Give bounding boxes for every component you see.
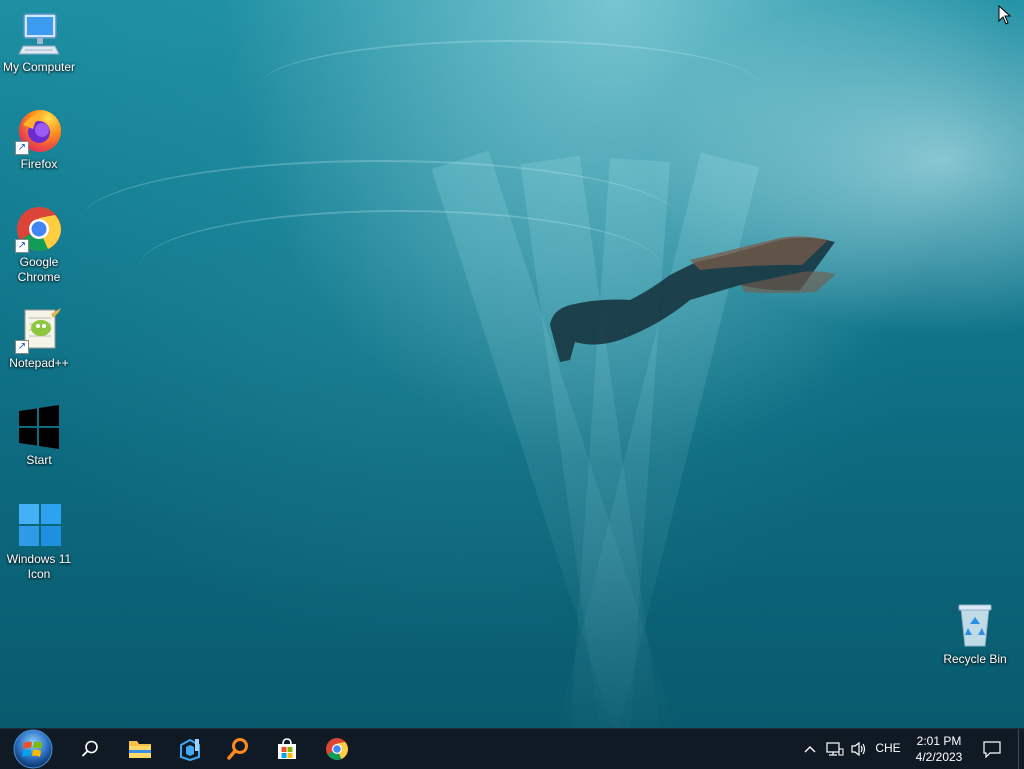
store-icon bbox=[278, 738, 296, 759]
chevron-up-icon bbox=[804, 746, 816, 753]
desktop-icon-notepadpp[interactable]: ↗ Notepad++ bbox=[1, 306, 77, 371]
notepadpp-icon: ↗ bbox=[15, 306, 63, 354]
desktop-icon-recycle-bin[interactable]: Recycle Bin bbox=[937, 602, 1013, 667]
taskbar-search-tool[interactable] bbox=[214, 729, 262, 769]
icon-label: Notepad++ bbox=[9, 356, 69, 370]
desktop-icon-my-computer[interactable]: My Computer bbox=[1, 10, 77, 75]
tray-network-button[interactable] bbox=[823, 729, 847, 769]
dev-tool-icon bbox=[180, 738, 200, 761]
desktop-icon-windows11[interactable]: Windows 11 Icon bbox=[1, 502, 77, 582]
firefox-icon: ↗ bbox=[15, 107, 63, 155]
tray-show-hidden-button[interactable] bbox=[800, 729, 820, 769]
shortcut-arrow-icon: ↗ bbox=[15, 340, 29, 354]
windows-logo-icon bbox=[15, 403, 63, 451]
search-icon bbox=[81, 740, 98, 757]
notification-icon bbox=[983, 741, 1001, 758]
icon-label: Google Chrome bbox=[17, 255, 61, 284]
orange-search-tool-icon bbox=[227, 738, 248, 760]
shortcut-arrow-icon: ↗ bbox=[15, 239, 29, 253]
chrome-icon bbox=[326, 738, 348, 760]
desktop-icon-start[interactable]: Start bbox=[1, 403, 77, 468]
taskbar: CHE 2:01 PM 4/2/2023 bbox=[0, 728, 1024, 769]
tray-volume-button[interactable] bbox=[847, 729, 871, 769]
computer-icon bbox=[15, 10, 63, 58]
start-button[interactable] bbox=[9, 729, 57, 769]
volume-icon bbox=[851, 741, 866, 757]
taskbar-search-button[interactable] bbox=[66, 729, 114, 769]
show-desktop-button[interactable] bbox=[1018, 729, 1024, 769]
taskbar-file-explorer[interactable] bbox=[116, 729, 164, 769]
icon-label: My Computer bbox=[2, 60, 76, 74]
action-center-button[interactable] bbox=[978, 729, 1006, 769]
desktop-wallpaper: My Computer ↗ Firefox ↗ Google Chrome ↗ … bbox=[0, 0, 1024, 728]
desktop-icon-firefox[interactable]: ↗ Firefox bbox=[1, 107, 77, 172]
clock-date: 4/2/2023 bbox=[915, 750, 963, 764]
start-orb-icon bbox=[13, 729, 53, 769]
taskbar-chrome[interactable] bbox=[313, 729, 361, 769]
taskbar-dev-tool[interactable] bbox=[166, 729, 214, 769]
icon-label: Start bbox=[26, 453, 52, 467]
water-ripple bbox=[260, 40, 760, 132]
icon-label: Firefox bbox=[20, 157, 58, 171]
icon-label: Recycle Bin bbox=[943, 652, 1007, 666]
windows11-logo-icon bbox=[15, 502, 63, 550]
recycle-bin-icon bbox=[951, 602, 999, 650]
icon-label: Windows 11 Icon bbox=[6, 552, 72, 581]
file-explorer-icon bbox=[129, 741, 151, 758]
network-icon bbox=[826, 742, 844, 756]
clock-time: 2:01 PM bbox=[916, 734, 962, 748]
taskbar-store[interactable] bbox=[263, 729, 311, 769]
chrome-icon: ↗ bbox=[15, 205, 63, 253]
desktop-icon-google-chrome[interactable]: ↗ Google Chrome bbox=[1, 205, 77, 285]
shortcut-arrow-icon: ↗ bbox=[15, 141, 29, 155]
mouse-cursor-icon bbox=[998, 5, 1012, 25]
clock[interactable]: 2:01 PM 4/2/2023 bbox=[910, 733, 968, 765]
diver-silhouette bbox=[550, 236, 836, 362]
language-indicator[interactable]: CHE bbox=[872, 741, 904, 755]
